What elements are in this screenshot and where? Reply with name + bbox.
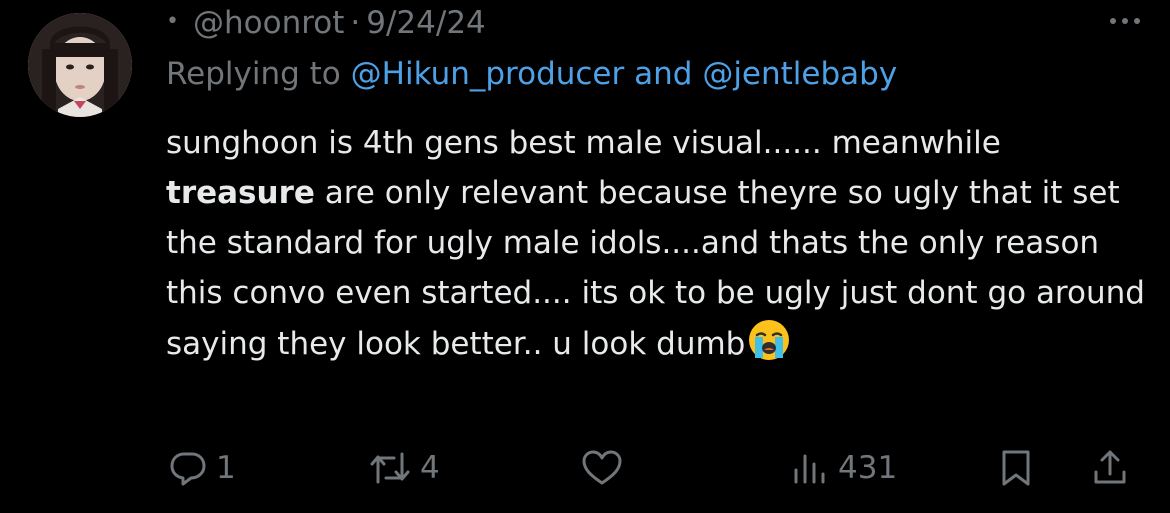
tweet-date[interactable]: 9/24/24: [366, 5, 486, 41]
retweet-count: 4: [420, 450, 440, 486]
more-dot: [1110, 18, 1116, 24]
avatar[interactable]: [28, 13, 132, 117]
retweet-icon: [368, 448, 412, 488]
retweet-button[interactable]: 4: [368, 440, 440, 496]
bookmark-button[interactable]: [998, 440, 1034, 496]
reply-user-link-2[interactable]: @jentlebaby: [702, 56, 897, 92]
reply-icon: [168, 448, 208, 488]
reply-and: and: [634, 56, 693, 92]
more-options-icon[interactable]: [1110, 6, 1140, 36]
more-dot: [1122, 18, 1128, 24]
reply-button[interactable]: 1: [168, 440, 236, 496]
replying-to-line: Replying to @Hikun_producer and @jentleb…: [166, 56, 897, 92]
action-bar: 1 4 431: [0, 440, 1170, 496]
views-icon: [790, 448, 830, 488]
share-icon: [1090, 448, 1130, 488]
author-handle[interactable]: @hoonrot: [193, 5, 344, 41]
views-button[interactable]: 431: [790, 440, 897, 496]
loudly-crying-face-icon: [747, 318, 791, 362]
reply-user-link-1[interactable]: @Hikun_producer: [351, 56, 625, 92]
more-dot: [1134, 18, 1140, 24]
bookmark-icon: [998, 448, 1034, 488]
badge-dot: •: [166, 8, 179, 34]
share-button[interactable]: [1090, 440, 1130, 496]
tweet-text: sunghoon is 4th gens best male visual...…: [166, 118, 1146, 369]
reply-count: 1: [216, 450, 236, 486]
heart-icon: [580, 448, 624, 488]
like-button[interactable]: [580, 440, 624, 496]
tweet-text-part-1: sunghoon is 4th gens best male visual...…: [166, 125, 1001, 161]
views-count: 431: [838, 450, 898, 486]
tweet-header: • @hoonrot · 9/24/24: [166, 2, 486, 44]
header-separator: ·: [350, 5, 361, 41]
replying-prefix: Replying to: [166, 56, 341, 92]
tweet-text-bold: treasure: [166, 175, 315, 211]
